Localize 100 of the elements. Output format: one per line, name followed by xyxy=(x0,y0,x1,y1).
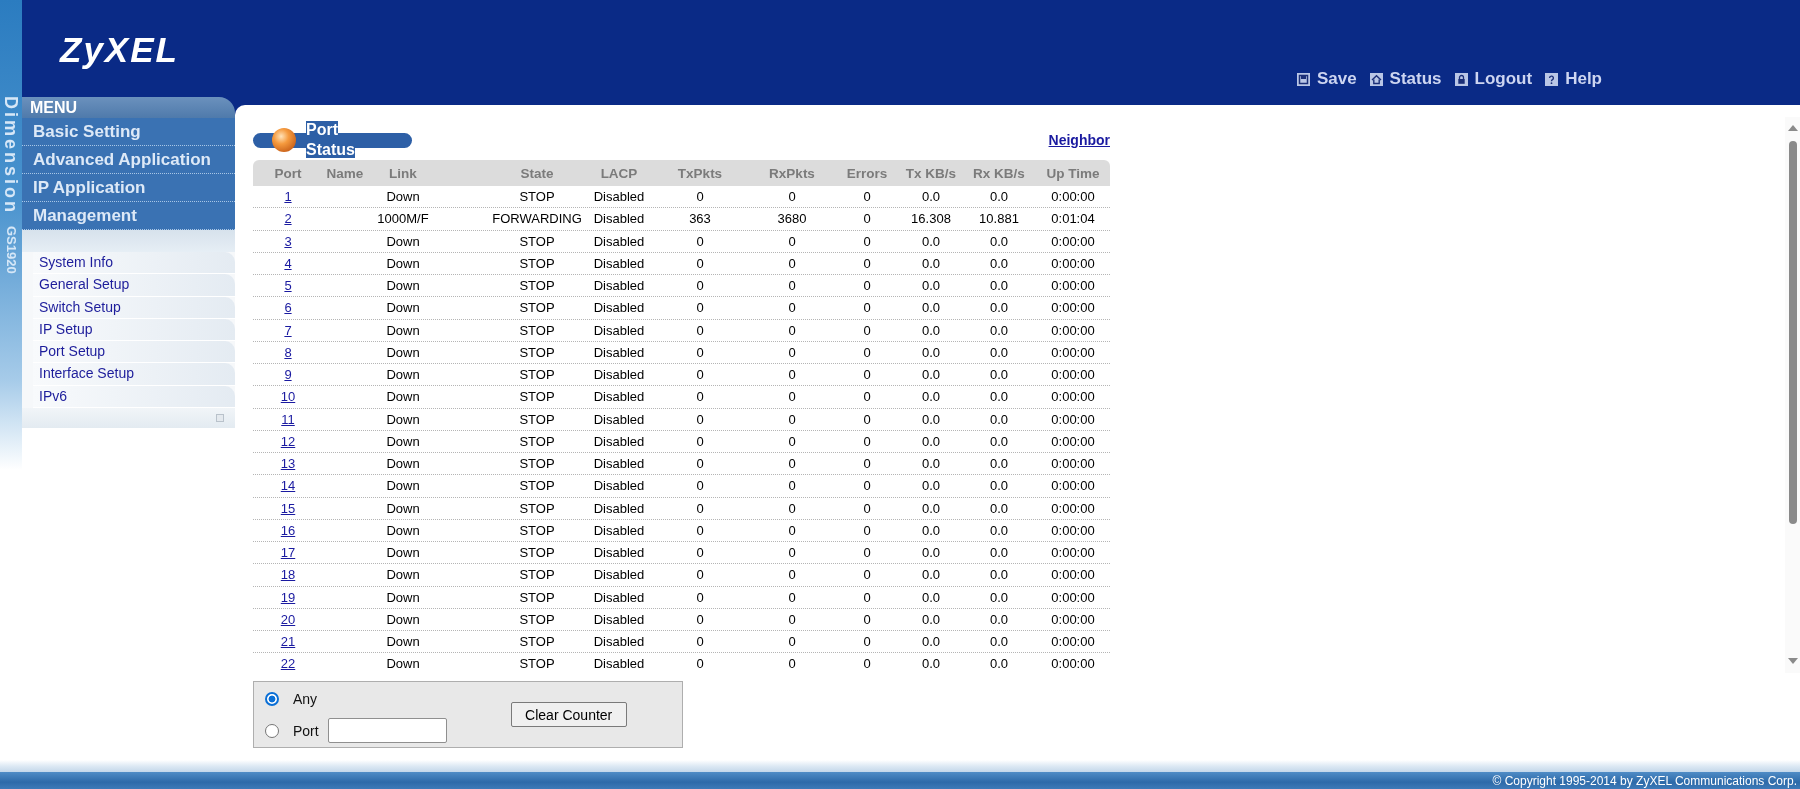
table-cell: 0 xyxy=(863,322,871,338)
table-cell: 0.0 xyxy=(989,367,1009,383)
port-link[interactable]: 3 xyxy=(284,233,292,249)
port-link[interactable]: 11 xyxy=(281,411,295,427)
table-cell: 0 xyxy=(696,278,704,294)
table-cell: 0.0 xyxy=(921,522,941,538)
table-cell: 0 xyxy=(788,567,796,583)
table-cell: 0.0 xyxy=(921,389,941,405)
radio-button[interactable] xyxy=(265,723,279,738)
header-link[interactable]: Status xyxy=(1369,69,1442,89)
port-link[interactable]: 8 xyxy=(284,344,292,360)
port-link[interactable]: 15 xyxy=(280,500,296,516)
table-cell: Disabled xyxy=(593,656,645,672)
table-cell: Down xyxy=(386,300,420,316)
table-cell: 0:00:00 xyxy=(1051,500,1095,516)
table-cell: Disabled xyxy=(593,211,645,227)
table-cell: 0.0 xyxy=(921,255,941,271)
table-cell: 0 xyxy=(788,233,796,249)
menu-section[interactable]: Management xyxy=(22,202,235,230)
column-header: Up Time xyxy=(1045,165,1101,181)
radio-button[interactable] xyxy=(265,691,279,706)
logo: ZyXEL xyxy=(60,30,179,70)
table-cell: 0 xyxy=(863,389,871,405)
table-cell: 0:00:00 xyxy=(1051,456,1095,472)
submenu-item[interactable]: IPv6 xyxy=(33,385,235,409)
table-cell: 0.0 xyxy=(921,189,941,205)
table-cell: 16.308 xyxy=(911,211,951,227)
table-cell: 0.0 xyxy=(989,255,1009,271)
table-cell: 0.0 xyxy=(921,478,941,494)
table-cell: 0 xyxy=(696,389,704,405)
table-cell: 0:00:00 xyxy=(1051,545,1095,561)
header-link[interactable]: Save xyxy=(1296,69,1357,89)
table-cell: STOP xyxy=(519,322,555,338)
table-cell: 363 xyxy=(689,211,711,227)
table-cell: 0:00:00 xyxy=(1051,255,1095,271)
header-link[interactable]: Logout xyxy=(1454,69,1533,89)
table-cell: Down xyxy=(386,567,420,583)
port-link[interactable]: 7 xyxy=(284,322,292,338)
table-cell: Down xyxy=(386,456,420,472)
port-link[interactable]: 21 xyxy=(280,634,296,650)
table-cell: STOP xyxy=(519,478,555,494)
table-cell: STOP xyxy=(519,456,555,472)
table-cell: 0.0 xyxy=(989,433,1009,449)
menu-section[interactable]: Basic Setting xyxy=(22,118,235,146)
table-cell: STOP xyxy=(519,433,555,449)
column-header: TxPkts xyxy=(676,165,724,181)
table-cell: 0.0 xyxy=(921,656,941,672)
table-cell: 0:00:00 xyxy=(1051,278,1095,294)
column-header: Rx KB/s xyxy=(972,165,1026,181)
table-cell: 1000M/F xyxy=(377,211,429,227)
table-cell: Down xyxy=(386,478,420,494)
port-link[interactable]: 6 xyxy=(284,300,292,316)
table-cell: 0 xyxy=(696,300,704,316)
menu-section[interactable]: IP Application xyxy=(22,174,235,202)
port-link[interactable]: 4 xyxy=(284,255,292,271)
neighbor-link[interactable]: Neighbor xyxy=(1048,132,1110,148)
port-field[interactable] xyxy=(327,718,447,743)
table-cell: Disabled xyxy=(593,545,645,561)
port-link[interactable]: 12 xyxy=(280,433,296,449)
submenu-item[interactable]: General Setup xyxy=(33,274,235,297)
table-cell: 0.0 xyxy=(989,634,1009,650)
table-cell: 0 xyxy=(788,189,796,205)
port-link[interactable]: 5 xyxy=(284,278,292,294)
table-cell: 0 xyxy=(788,478,796,494)
port-link[interactable]: 1 xyxy=(284,189,292,205)
header-link[interactable]: Help xyxy=(1545,69,1602,89)
port-link[interactable]: 18 xyxy=(280,567,296,583)
table-cell: STOP xyxy=(519,567,555,583)
table-cell: STOP xyxy=(519,344,555,360)
table-cell: 0 xyxy=(788,255,796,271)
port-link[interactable]: 2 xyxy=(284,211,292,227)
scroll-down-arrow-icon[interactable] xyxy=(1787,658,1798,664)
table-cell: 0 xyxy=(863,189,871,205)
scrollbar-thumb[interactable] xyxy=(1788,141,1797,524)
port-link[interactable]: 14 xyxy=(280,478,296,494)
scrollbar[interactable] xyxy=(1785,117,1800,673)
port-link[interactable]: 9 xyxy=(284,367,292,383)
table-cell: 0.0 xyxy=(989,545,1009,561)
table-cell: Disabled xyxy=(593,255,645,271)
port-link[interactable]: 22 xyxy=(280,656,296,672)
submenu-item[interactable]: Interface Setup xyxy=(33,363,235,386)
product-name: Dimension xyxy=(1,96,21,215)
submenu-item[interactable]: System Info xyxy=(33,252,235,275)
submenu-item[interactable]: Port Setup xyxy=(33,341,235,364)
port-link[interactable]: 17 xyxy=(280,545,296,561)
port-link[interactable]: 19 xyxy=(280,589,296,605)
table-cell: 0 xyxy=(863,500,871,516)
table-cell: 0:00:00 xyxy=(1051,634,1095,650)
table-cell: 0 xyxy=(788,389,796,405)
table-cell: 0 xyxy=(788,278,796,294)
scroll-up-arrow-icon[interactable] xyxy=(1787,125,1798,131)
ball-icon xyxy=(272,128,296,152)
port-link[interactable]: 20 xyxy=(280,611,296,627)
port-link[interactable]: 16 xyxy=(280,522,296,538)
clear-counter-button[interactable]: Clear Counter xyxy=(510,702,627,727)
port-link[interactable]: 13 xyxy=(280,456,296,472)
port-link[interactable]: 10 xyxy=(280,389,296,405)
submenu-item[interactable]: Switch Setup xyxy=(33,296,235,319)
menu-section[interactable]: Advanced Application xyxy=(22,146,235,174)
submenu-item[interactable]: IP Setup xyxy=(33,318,235,342)
